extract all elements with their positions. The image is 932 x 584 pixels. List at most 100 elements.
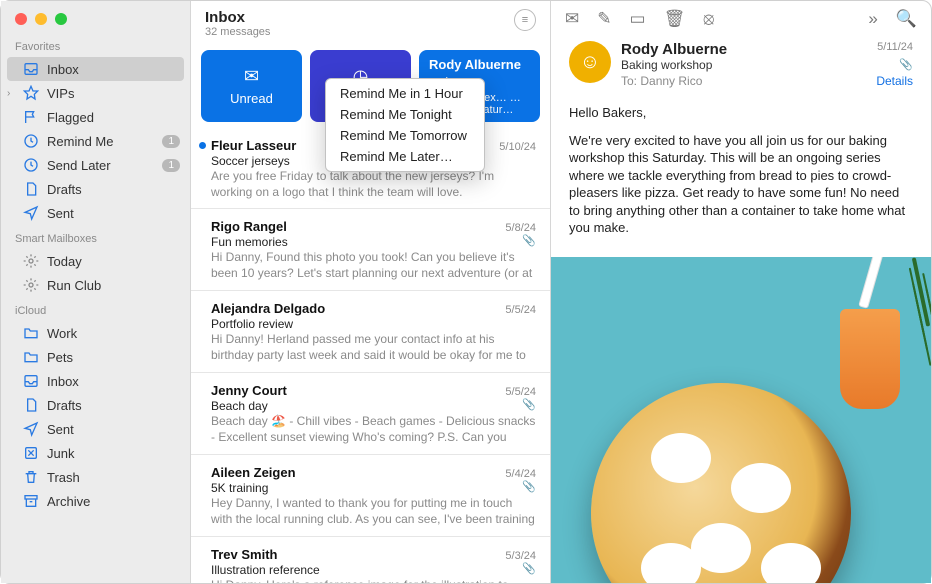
paperplane-icon	[23, 205, 39, 221]
clock-icon	[23, 157, 39, 173]
inbox-count: 32 messages	[205, 26, 270, 38]
details-link[interactable]: Details	[876, 74, 913, 88]
chevron-right-icon[interactable]: ›	[7, 88, 10, 99]
paperclip-icon: 📎	[522, 234, 536, 250]
menu-item[interactable]: Remind Me Tonight	[326, 104, 484, 125]
sidebar-item-today[interactable]: Today	[1, 249, 190, 273]
message-date: 5/8/24	[505, 222, 536, 234]
message-date: 5/3/24	[505, 550, 536, 562]
sidebar-item-label: Junk	[47, 446, 180, 461]
message-detail-pane: ✉︎ ✎ ▭ 🗑 ⦻ » 🔍 ☺ Rody Albuerne 5/11/24 B…	[551, 1, 931, 583]
message-subject: Portfolio review	[211, 317, 293, 331]
trash-icon[interactable]: 🗑	[664, 9, 686, 29]
sidebar-item-label: Inbox	[47, 62, 174, 77]
gear-icon	[23, 253, 39, 269]
search-icon[interactable]: 🔍	[896, 9, 917, 29]
doc-icon	[23, 181, 39, 197]
detail-from: Rody Albuerne	[621, 41, 727, 58]
message-subject: Soccer jerseys	[211, 154, 290, 168]
message-from: Fleur Lasseur	[211, 138, 296, 153]
message-from: Jenny Court	[211, 383, 287, 398]
badge: 1	[162, 135, 180, 148]
message-row[interactable]: Alejandra Delgado 5/5/24 Portfolio reviewH…	[191, 291, 550, 373]
message-from: Alejandra Delgado	[211, 301, 325, 316]
sidebar-item-inbox-ic[interactable]: Inbox	[1, 369, 190, 393]
detail-subject: Baking workshop	[621, 58, 712, 72]
clock-icon	[23, 133, 39, 149]
sidebar-item-label: Drafts	[47, 182, 180, 197]
unread-dot-icon	[199, 142, 206, 149]
minimize-window[interactable]	[35, 13, 47, 25]
sidebar-item-label: VIPs	[47, 86, 180, 101]
sidebar-item-label: Run Club	[47, 278, 180, 293]
sidebar-item-pets[interactable]: Pets	[1, 345, 190, 369]
badge: 1	[162, 159, 180, 172]
menu-item[interactable]: Remind Me Later…	[326, 146, 484, 167]
doc-icon	[23, 397, 39, 413]
message-row[interactable]: Rigo Rangel5/8/24Fun memories📎Hi Danny, …	[191, 209, 550, 291]
pizza-decoration	[591, 383, 851, 583]
message-list-pane: Inbox 32 messages ≡ ✉︎ Unread ◷ Rem… Rod…	[191, 1, 551, 583]
message-preview: Hi Danny! Herland passed me your contact…	[211, 332, 536, 364]
sidebar-item-label: Archive	[47, 494, 180, 509]
attachment-image[interactable]	[551, 257, 931, 583]
sidebar-item-label: Send Later	[47, 158, 154, 173]
sidebar-item-remind-me[interactable]: Remind Me1	[1, 129, 190, 153]
filter-icon[interactable]: ≡	[514, 9, 536, 31]
archivebox-icon	[23, 493, 39, 509]
archive-icon[interactable]: ▭	[630, 9, 646, 29]
rosemary-decoration	[912, 257, 930, 326]
sidebar-item-send-later[interactable]: Send Later 1	[1, 153, 190, 177]
avatar: ☺	[569, 41, 611, 83]
tray-icon	[23, 61, 39, 77]
star-icon	[23, 85, 39, 101]
sidebar-item-drafts-ic[interactable]: Drafts	[1, 393, 190, 417]
message-body: Hello Bakers, We're very excited to have…	[551, 98, 931, 257]
message-row[interactable]: Aileen Zeigen5/4/245K training📎Hey Danny…	[191, 455, 550, 537]
zoom-window[interactable]	[55, 13, 67, 25]
remind-me-context-menu: Remind Me in 1 HourRemind Me TonightRemi…	[325, 78, 485, 172]
sidebar-item-sent-ic[interactable]: Sent	[1, 417, 190, 441]
more-icon[interactable]: »	[868, 9, 877, 29]
section-label: iCloud	[1, 297, 190, 321]
unread-card[interactable]: ✉︎ Unread	[201, 50, 302, 122]
folder-icon	[23, 325, 39, 341]
menu-item[interactable]: Remind Me Tomorrow	[326, 125, 484, 146]
section-label: Smart Mailboxes	[1, 225, 190, 249]
message-subject: Beach day	[211, 399, 268, 413]
message-row[interactable]: Jenny Court5/5/24Beach day📎Beach day 🏖️ …	[191, 373, 550, 455]
detail-date: 5/11/24	[877, 41, 913, 58]
message-date: 5/10/24	[499, 141, 536, 153]
preview-card-from: Rody Albuerne	[429, 57, 521, 72]
xbox-icon	[23, 445, 39, 461]
message-header: ☺ Rody Albuerne 5/11/24 Baking workshop …	[551, 37, 931, 98]
sidebar-item-flagged[interactable]: Flagged	[1, 105, 190, 129]
message-row[interactable]: Trev Smith5/3/24Illustration reference📎H…	[191, 537, 550, 583]
sidebar-item-junk[interactable]: Junk	[1, 441, 190, 465]
sidebar-item-work[interactable]: Work	[1, 321, 190, 345]
message-date: 5/5/24	[505, 304, 536, 316]
folder-icon	[23, 349, 39, 365]
compose-icon[interactable]: ✎	[597, 9, 611, 29]
junk-icon[interactable]: ⦻	[703, 9, 714, 29]
sidebar-item-archive[interactable]: Archive	[1, 489, 190, 513]
menu-item[interactable]: Remind Me in 1 Hour	[326, 83, 484, 104]
sidebar-item-drafts[interactable]: Drafts	[1, 177, 190, 201]
window-controls	[1, 1, 190, 33]
paperclip-icon: 📎	[522, 398, 536, 414]
sidebar-item-inbox[interactable]: Inbox	[7, 57, 184, 81]
message-list[interactable]: Fleur Lasseur5/10/24Soccer jerseysAre yo…	[191, 128, 550, 583]
sidebar-item-label: Sent	[47, 422, 180, 437]
message-date: 5/5/24	[505, 386, 536, 398]
message-preview: Hey Danny, I wanted to thank you for put…	[211, 496, 536, 528]
sidebar-item-label: Trash	[47, 470, 180, 485]
unread-card-label: Unread	[230, 91, 273, 106]
inbox-title: Inbox	[205, 9, 270, 26]
sidebar-item-sent[interactable]: Sent	[1, 201, 190, 225]
envelope-icon[interactable]: ✉︎	[565, 9, 579, 29]
sidebar-item-trash[interactable]: Trash	[1, 465, 190, 489]
sidebar-item-run-club[interactable]: Run Club	[1, 273, 190, 297]
close-window[interactable]	[15, 13, 27, 25]
sidebar-item-vips[interactable]: › VIPs	[1, 81, 190, 105]
message-preview: Hi Danny, Here's a reference image for t…	[211, 578, 536, 583]
